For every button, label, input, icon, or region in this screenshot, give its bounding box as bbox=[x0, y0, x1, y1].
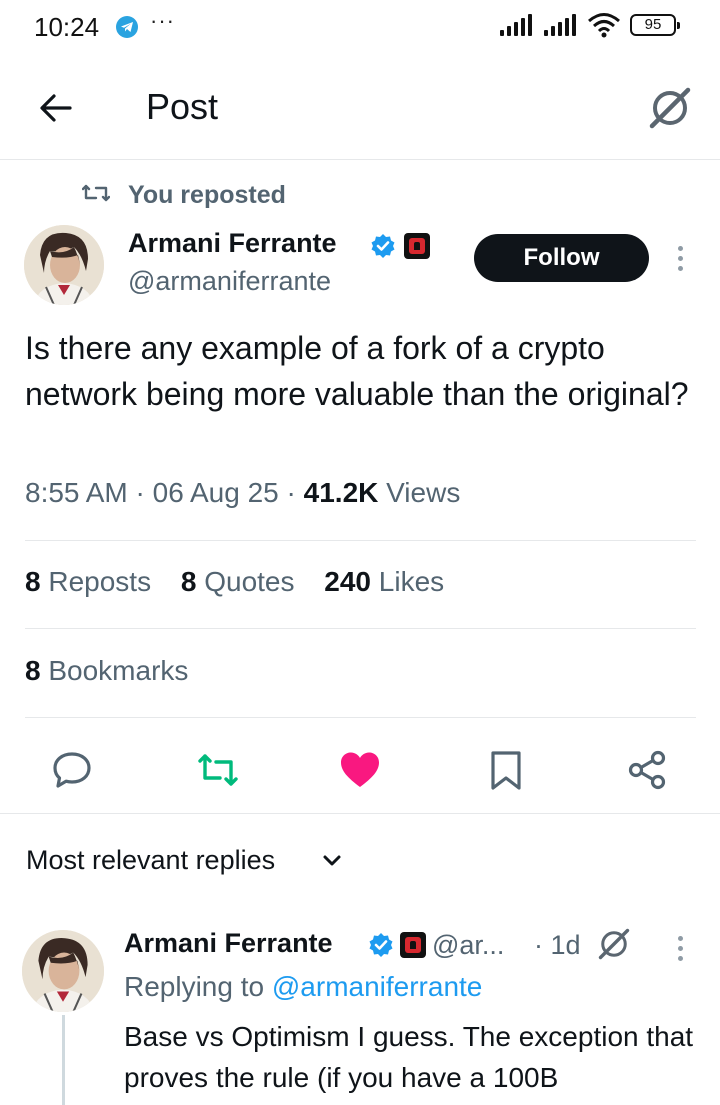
affiliate-badge-icon[interactable] bbox=[400, 932, 426, 958]
thread-line bbox=[62, 1015, 65, 1105]
grok-icon[interactable] bbox=[596, 926, 632, 962]
author-name[interactable]: Armani Ferrante bbox=[128, 228, 337, 259]
repost-icon[interactable] bbox=[196, 748, 240, 792]
replying-to-handle[interactable]: @armaniferrante bbox=[272, 971, 483, 1002]
divider bbox=[25, 628, 696, 629]
grok-icon[interactable] bbox=[646, 84, 694, 132]
more-options-icon[interactable] bbox=[676, 246, 684, 276]
views-label[interactable]: Views bbox=[386, 477, 460, 508]
follow-button[interactable]: Follow bbox=[474, 234, 649, 282]
status-time: 10:24 bbox=[34, 12, 100, 42]
status-more-icon: ··· bbox=[150, 8, 175, 33]
reply-author-handle[interactable]: @ar... bbox=[432, 930, 504, 961]
quotes-count: 8 bbox=[180, 566, 197, 597]
repost-small-icon bbox=[82, 184, 110, 202]
repost-label: You reposted bbox=[128, 181, 286, 209]
likes-count: 240 bbox=[324, 566, 371, 597]
quotes-label: Quotes bbox=[204, 566, 295, 597]
avatar[interactable] bbox=[24, 225, 104, 305]
post-meta: 8:55 AM · 06 Aug 25 · 41.2K Views bbox=[25, 477, 460, 509]
reply-avatar[interactable] bbox=[22, 930, 104, 1012]
quotes-stat[interactable]: 8 Quotes bbox=[181, 566, 295, 598]
like-icon[interactable] bbox=[338, 748, 382, 792]
battery-icon: 95 bbox=[630, 14, 680, 36]
app-header: Post bbox=[0, 56, 720, 160]
reposts-label: Reposts bbox=[48, 566, 152, 597]
reply-time: · 1d bbox=[534, 930, 581, 960]
reply-text: Base vs Optimism I guess. The exception … bbox=[124, 1021, 694, 1093]
reposts-count: 8 bbox=[25, 566, 41, 597]
meta-separator: · bbox=[286, 477, 304, 508]
page-title: Post bbox=[146, 86, 219, 127]
bookmarks-label: Bookmarks bbox=[48, 655, 189, 686]
post-time: 8:55 AM bbox=[25, 477, 128, 508]
bookmarks-stat[interactable]: 8 Bookmarks bbox=[25, 655, 188, 687]
reply-more-options-icon[interactable] bbox=[676, 936, 684, 966]
bookmark-icon[interactable] bbox=[484, 748, 528, 792]
affiliate-badge-icon[interactable] bbox=[404, 233, 430, 259]
reposts-stat[interactable]: 8 Reposts bbox=[25, 566, 151, 598]
reply-author-name[interactable]: Armani Ferrante bbox=[124, 928, 333, 959]
divider bbox=[25, 540, 696, 541]
replying-to: Replying to @armaniferrante bbox=[124, 971, 482, 1003]
post-text: Is there any example of a fork of a cryp… bbox=[25, 330, 689, 412]
status-bar: 10:24 ··· 95 bbox=[0, 0, 720, 56]
signal-strength-icon-2 bbox=[544, 14, 578, 36]
likes-label: Likes bbox=[378, 566, 445, 597]
arrow-left-icon[interactable] bbox=[36, 88, 76, 128]
section-divider bbox=[0, 813, 720, 814]
signal-strength-icon bbox=[500, 14, 534, 36]
verified-badge-icon[interactable] bbox=[370, 233, 396, 259]
verified-badge-icon[interactable] bbox=[368, 932, 394, 958]
share-icon[interactable] bbox=[626, 748, 670, 792]
meta-separator: · bbox=[135, 477, 153, 508]
post-date: 06 Aug 25 bbox=[152, 477, 279, 508]
engagement-stats: 8 Reposts 8 Quotes 240 Likes bbox=[25, 566, 466, 598]
chevron-down-icon bbox=[323, 855, 341, 866]
reply-time-value: 1d bbox=[550, 930, 581, 960]
replying-to-prefix: Replying to bbox=[124, 971, 265, 1002]
wifi-icon bbox=[588, 13, 620, 38]
author-handle[interactable]: @armaniferrante bbox=[128, 266, 331, 297]
reply-icon[interactable] bbox=[50, 748, 94, 792]
action-bar bbox=[0, 740, 720, 800]
replies-sort-dropdown[interactable]: Most relevant replies bbox=[26, 845, 341, 876]
telegram-icon bbox=[116, 16, 138, 38]
views-count[interactable]: 41.2K bbox=[304, 477, 379, 508]
likes-stat[interactable]: 240 Likes bbox=[324, 566, 444, 598]
replies-sort-label: Most relevant replies bbox=[26, 845, 276, 875]
bookmarks-count: 8 bbox=[25, 655, 41, 686]
divider bbox=[25, 717, 696, 718]
